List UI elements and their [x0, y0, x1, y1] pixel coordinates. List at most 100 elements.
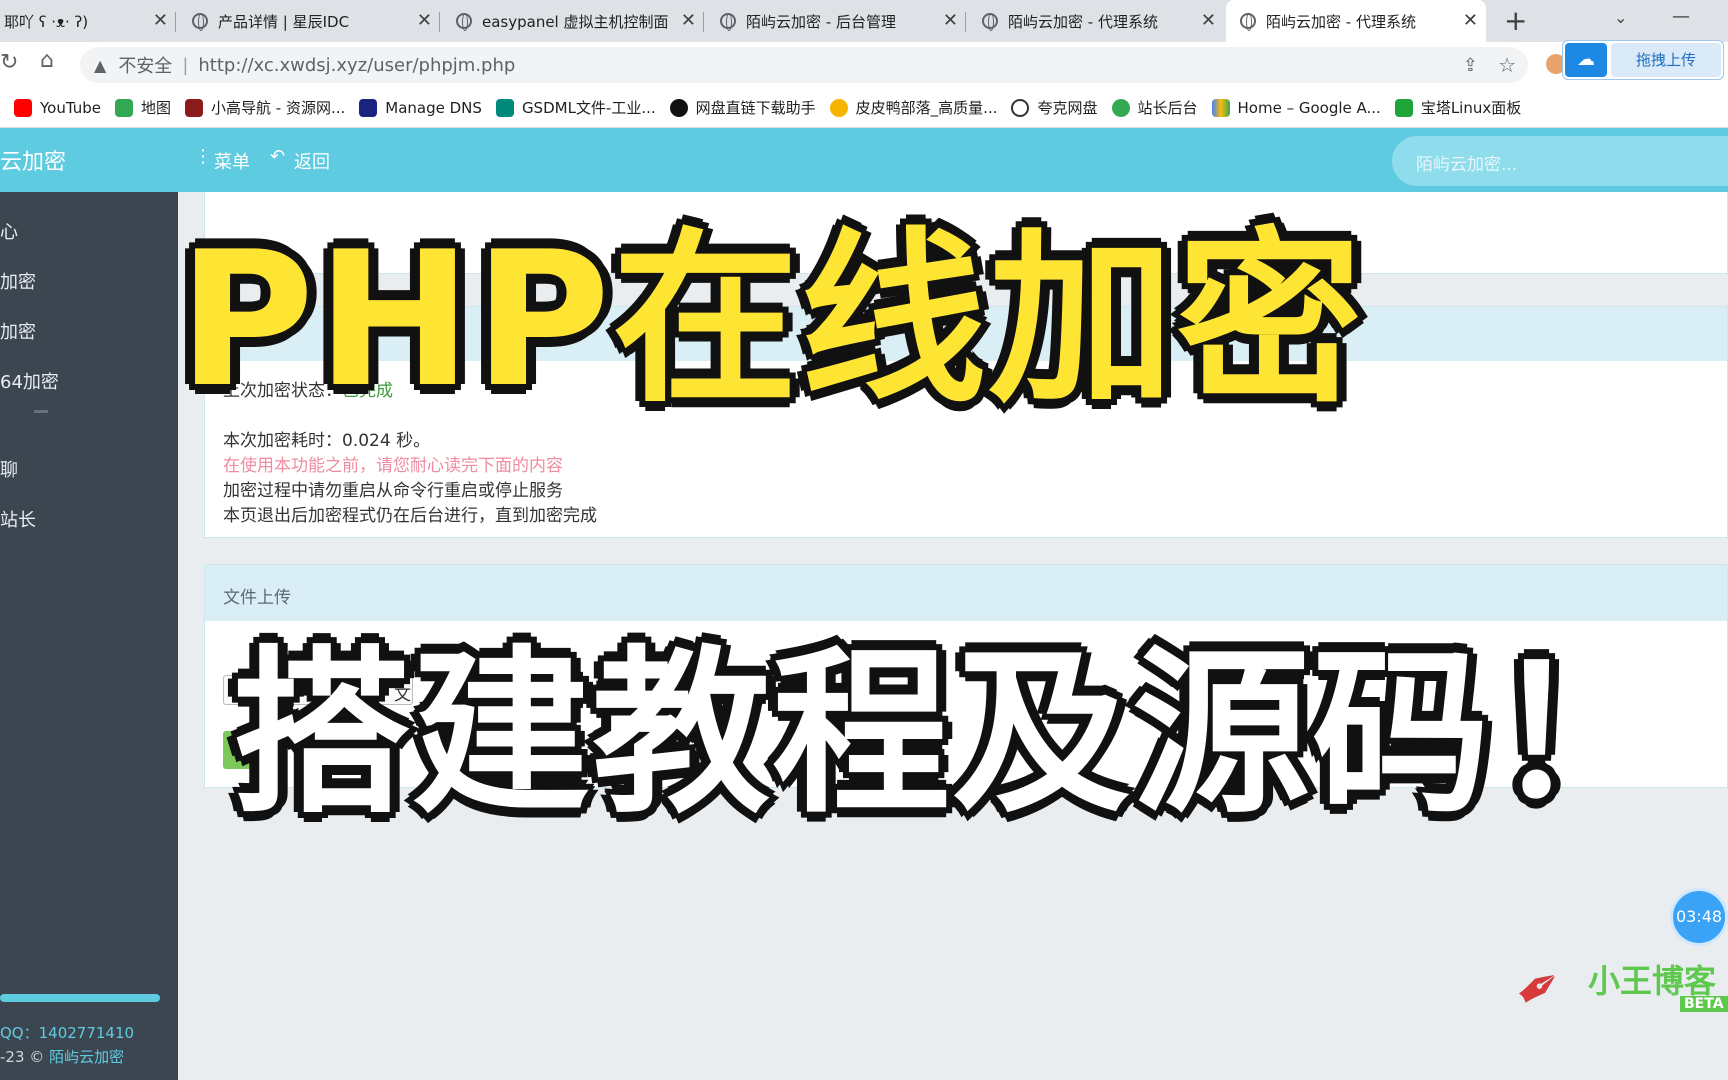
bookmark-label: 站长后台 — [1137, 99, 1198, 117]
warning-text: 在使用本功能之前，请您耐心读完下面的内容 — [223, 456, 563, 476]
sidebar-item-base64[interactable]: 64加密 — [0, 368, 59, 394]
bookmark-label: Home – Google A... — [1237, 98, 1381, 117]
baota-icon — [1394, 98, 1413, 117]
footer-link[interactable]: 陌屿云加密 — [49, 1048, 124, 1066]
download-helper-icon — [669, 98, 688, 117]
star-icon[interactable]: ☆ — [1498, 53, 1516, 77]
browser-tab[interactable]: 产品详情 | 星辰IDC ✕ — [178, 0, 440, 42]
chevron-down-icon[interactable]: ⌄ — [1614, 8, 1627, 27]
tab-label: 陌屿云加密 - 代理系统 — [1008, 12, 1158, 31]
upload-extension-label: 拖拽上传 — [1611, 43, 1721, 77]
sidebar: 心 加密 加密 64加密 聊 站长 QQ：1402771410 -23 © 陌屿… — [0, 192, 178, 1080]
timer-badge[interactable]: 03:48 — [1670, 888, 1728, 946]
app-brand[interactable]: 云加密 — [0, 144, 66, 176]
search-placeholder: 陌屿云加密... — [1416, 155, 1518, 175]
bookmark-label: YouTube — [40, 98, 101, 117]
bookmark-item[interactable]: Manage DNS — [359, 98, 482, 117]
tab-label: 耶吖 ʕ ·ᴥ· ʔ) — [4, 12, 89, 31]
tab-separator — [703, 12, 704, 32]
tab-separator — [439, 12, 440, 32]
globe-icon — [720, 13, 736, 31]
sidebar-item-chat[interactable]: 聊 — [0, 456, 18, 482]
close-icon[interactable]: ✕ — [681, 10, 696, 31]
tab-separator — [175, 12, 176, 32]
tab-label: 陌屿云加密 - 后台管理 — [746, 12, 896, 31]
minimize-icon[interactable]: — — [1672, 6, 1690, 27]
address-bar[interactable]: ▲ 不安全 | http://xc.xwdsj.xyz/user/phpjm.p… — [80, 47, 1528, 83]
bookmark-item[interactable]: 皮皮鸭部落_高质量... — [829, 97, 998, 118]
site-icon — [185, 98, 204, 117]
close-icon[interactable]: ✕ — [153, 10, 168, 31]
tab-label: easypanel 虚拟主机控制面 — [482, 12, 669, 31]
url-text[interactable]: http://xc.xwdsj.xyz/user/phpjm.php — [198, 55, 515, 76]
browser-tab-strip: 耶吖 ʕ ·ᴥ· ʔ) ✕ 产品详情 | 星辰IDC ✕ easypanel 虚… — [0, 0, 1728, 42]
insecure-label: 不安全 — [118, 56, 173, 77]
browser-tab[interactable]: 陌屿云加密 - 后台管理 ✕ — [706, 0, 966, 42]
share-icon[interactable]: ⇪ — [1463, 55, 1478, 76]
bookmark-label: 地图 — [141, 99, 172, 117]
footer-copyright: -23 © 陌屿云加密 — [0, 1046, 124, 1067]
sidebar-progress-bar — [0, 994, 160, 1002]
omnibox-divider: | — [182, 54, 189, 76]
bookmark-label: 宝塔Linux面板 — [1420, 99, 1522, 117]
warning-icon[interactable]: ▲ — [94, 56, 106, 75]
bookmark-label: GSDML文件-工业... — [521, 99, 656, 117]
close-icon[interactable]: ✕ — [1463, 10, 1478, 31]
dns-icon — [359, 98, 378, 117]
bookmark-item[interactable]: GSDML文件-工业... — [495, 97, 656, 118]
bookmark-item[interactable]: 网盘直链下载助手 — [669, 97, 816, 118]
globe-icon — [982, 13, 998, 31]
overlay-title-top: PHP在线加密 — [174, 208, 1365, 432]
bookmark-label: 夸克网盘 — [1037, 99, 1098, 117]
globe-icon — [1240, 13, 1256, 31]
close-icon[interactable]: ✕ — [1201, 10, 1216, 31]
qq-contact: QQ：1402771410 — [0, 1024, 135, 1042]
bookmark-label: 皮皮鸭部落_高质量... — [855, 99, 998, 117]
tab-separator — [965, 12, 966, 32]
sidebar-item-encrypt[interactable]: 加密 — [0, 268, 36, 294]
browser-tab[interactable]: 耶吖 ʕ ·ᴥ· ʔ) ✕ — [0, 0, 176, 42]
bookmark-item[interactable]: 站长后台 — [1111, 97, 1198, 118]
webmaster-icon — [1111, 98, 1130, 117]
bookmark-item[interactable]: 小高导航 - 资源网... — [185, 97, 345, 118]
bookmark-label: 小高导航 - 资源网... — [211, 99, 346, 117]
overlay-title-bottom: 搭建教程及源码！ — [229, 627, 1674, 841]
bookmark-item[interactable]: 地图 — [115, 97, 171, 118]
maps-icon — [115, 98, 133, 117]
home-icon[interactable]: ⌂ — [40, 48, 54, 73]
tab-label: 产品详情 | 星辰IDC — [218, 12, 350, 31]
sidebar-item-webmaster[interactable]: 站长 — [0, 506, 36, 532]
close-icon[interactable]: ✕ — [417, 10, 432, 31]
quark-icon — [1011, 98, 1030, 117]
sidebar-item-encrypt-2[interactable]: 加密 — [0, 318, 36, 344]
bookmarks-bar: YouTube 地图 小高导航 - 资源网... Manage DNS GSDM… — [0, 88, 1728, 128]
footer-prefix: -23 © — [0, 1048, 45, 1066]
cloud-icon: ☁ — [1565, 43, 1607, 77]
youtube-icon — [14, 98, 32, 117]
bookmark-item[interactable]: Home – Google A... — [1211, 98, 1381, 117]
menu-icon[interactable]: ⋮ — [194, 146, 212, 167]
gsdml-icon — [495, 98, 514, 117]
google-ads-icon — [1211, 98, 1230, 117]
new-tab-button[interactable]: + — [1504, 4, 1527, 37]
reload-icon[interactable]: ↻ — [0, 50, 18, 75]
bookmark-item[interactable]: 夸克网盘 — [1011, 97, 1098, 118]
browser-tab[interactable]: 陌屿云加密 - 代理系统 ✕ — [968, 0, 1224, 42]
duck-icon — [829, 98, 848, 117]
browser-tab-active[interactable]: 陌屿云加密 - 代理系统 ✕ — [1226, 0, 1486, 42]
note-text: 加密过程中请勿重启从命令行重启或停止服务 — [223, 481, 563, 501]
bookmark-item[interactable]: YouTube — [14, 98, 101, 117]
bookmark-item[interactable]: 宝塔Linux面板 — [1394, 97, 1522, 118]
upload-extension[interactable]: ☁ 拖拽上传 — [1562, 40, 1724, 80]
globe-icon — [192, 13, 208, 31]
watermark-logo: ✒ 小王博客 BETA — [1502, 948, 1728, 1029]
browser-tab[interactable]: easypanel 虚拟主机控制面 ✕ — [442, 0, 704, 42]
note-text: 本页退出后加密程式仍在后台进行，直到加密完成 — [223, 506, 597, 526]
search-input[interactable]: 陌屿云加密... — [1392, 136, 1728, 186]
watermark-badge: BETA — [1680, 996, 1728, 1012]
sidebar-divider — [34, 410, 48, 413]
sidebar-item-center[interactable]: 心 — [0, 218, 18, 244]
back-icon[interactable]: ↶ — [270, 146, 285, 167]
globe-icon — [456, 13, 472, 31]
close-icon[interactable]: ✕ — [943, 10, 958, 31]
